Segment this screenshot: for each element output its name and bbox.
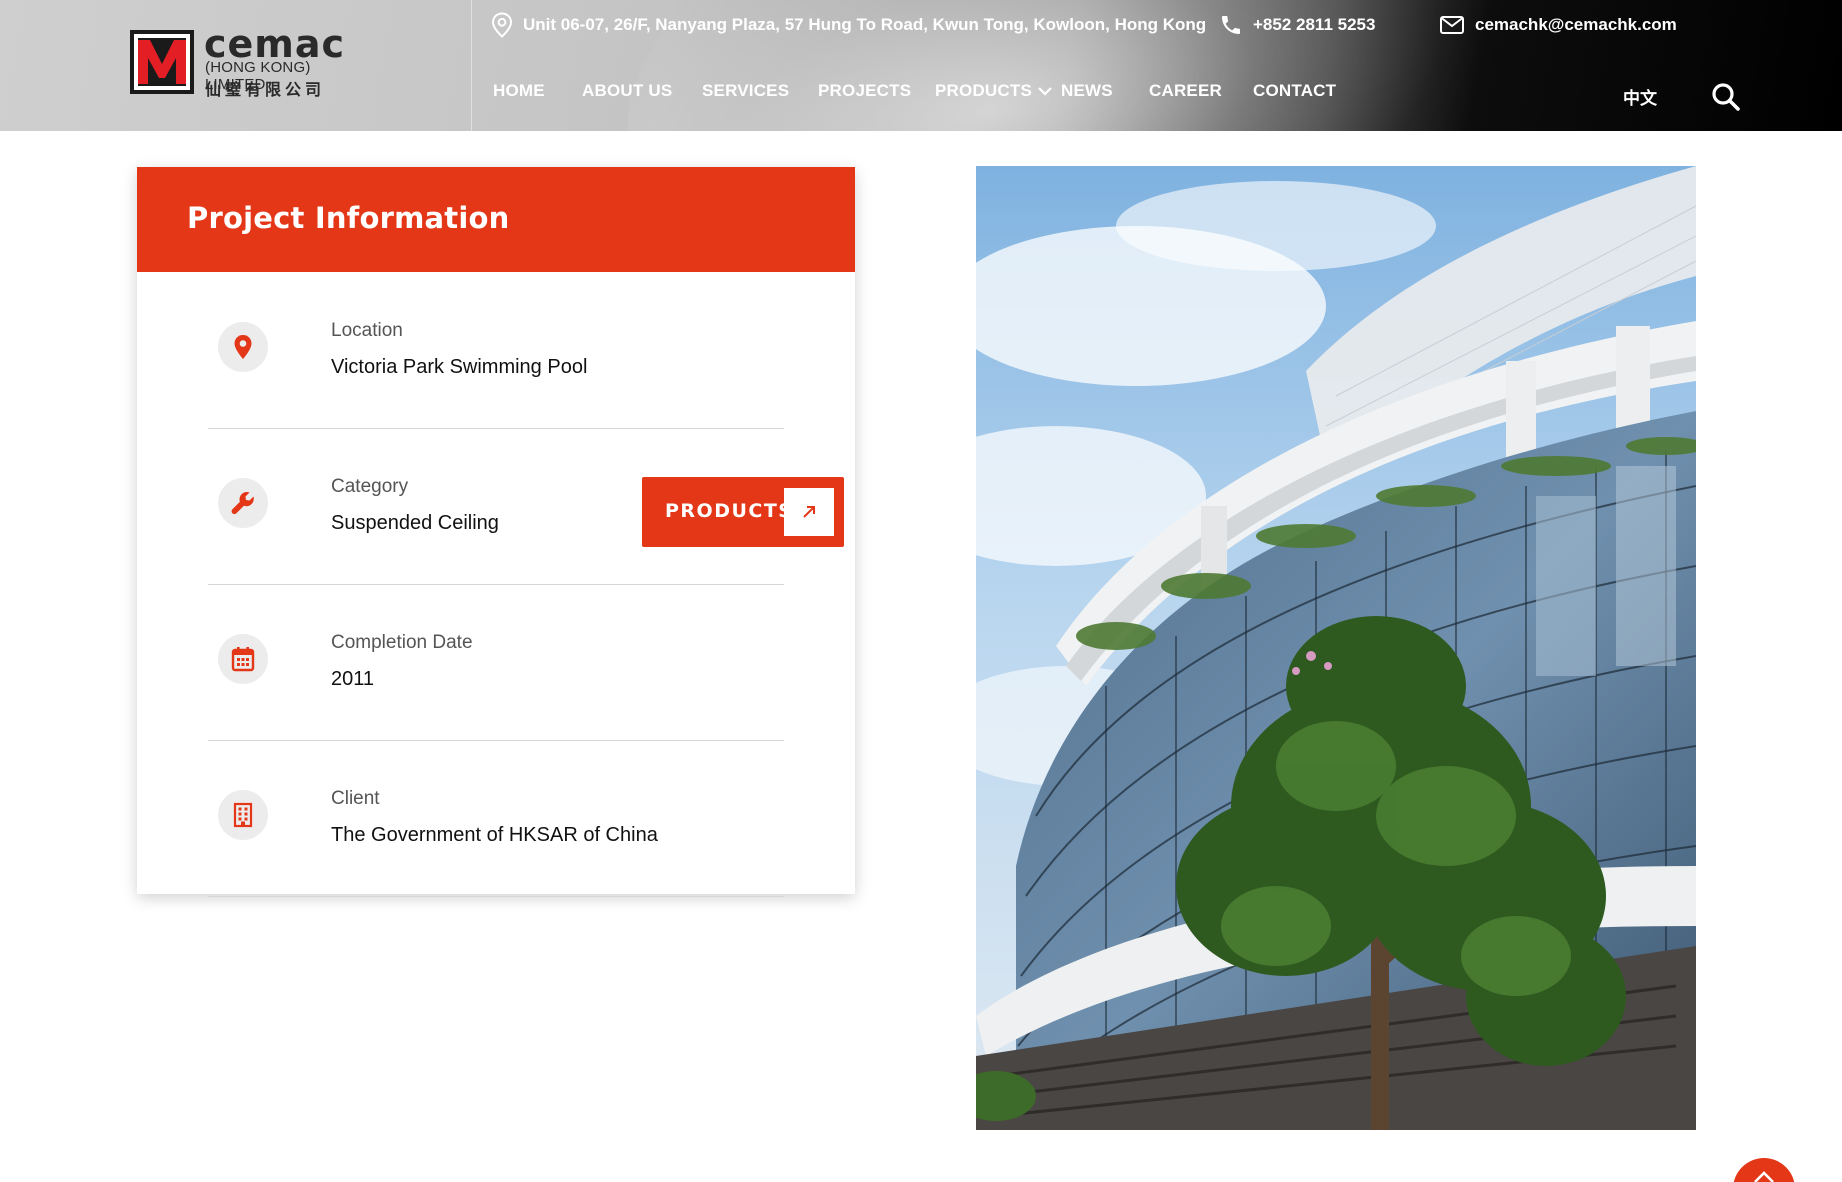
category-value: Suspended Ceiling (331, 512, 499, 534)
search-icon (1712, 83, 1740, 111)
client-label: Client (331, 788, 380, 809)
nav-products[interactable]: PRODUCTS (935, 78, 1053, 104)
nav-career[interactable]: CAREER (1149, 78, 1222, 104)
project-photo (976, 166, 1696, 1130)
client-value: The Government of HKSAR of China (331, 824, 658, 846)
info-row-location: Location Victoria Park Swimming Pool (208, 273, 784, 429)
contact-email[interactable]: cemachk@cemachk.com (1439, 12, 1677, 38)
arrow-up-right-icon (803, 506, 815, 518)
info-row-completion-date: Completion Date 2011 (208, 585, 784, 741)
calendar-icon (231, 647, 255, 672)
products-button[interactable]: PRODUCTS (642, 477, 844, 547)
language-toggle[interactable]: 中文 (1623, 84, 1657, 109)
map-pin-icon (234, 335, 252, 359)
completion-date-label: Completion Date (331, 632, 473, 653)
category-icon-circle (218, 478, 268, 528)
contact-address-text: Unit 06-07, 26/F, Nanyang Plaza, 57 Hung… (523, 15, 1207, 34)
project-info-header: Project Information (137, 167, 855, 272)
building-icon (233, 802, 253, 828)
site-logo[interactable]: cemac (HONG KONG) LIMITED 仙璧有限公司 (130, 22, 370, 99)
site-header: cemac (HONG KONG) LIMITED 仙璧有限公司 Unit 06… (0, 0, 1842, 131)
calendar-icon-circle (218, 634, 268, 684)
header-divider (471, 0, 472, 131)
info-row-category: Category Suspended Ceiling PRODUCTS (208, 429, 844, 585)
wrench-icon (231, 492, 254, 515)
info-row-client: Client The Government of HKSAR of China (208, 741, 784, 897)
chevron-down-icon (1038, 87, 1052, 96)
search-button[interactable] (1710, 81, 1742, 113)
nav-projects[interactable]: PROJECTS (818, 78, 911, 104)
nav-contact[interactable]: CONTACT (1253, 78, 1336, 104)
completion-date-value: 2011 (331, 668, 375, 690)
category-label: Category (331, 476, 409, 497)
products-arrow-box (784, 488, 834, 536)
logo-chinese-name: 仙璧有限公司 (205, 82, 326, 99)
nav-about-us[interactable]: ABOUT US (582, 78, 672, 104)
nav-services[interactable]: SERVICES (702, 78, 789, 104)
project-info-card: Project Information Location Victoria Pa… (137, 167, 855, 897)
cemac-logo-mark-icon (130, 30, 194, 94)
location-label: Location (331, 320, 403, 341)
location-value: Victoria Park Swimming Pool (331, 356, 588, 378)
contact-phone-text: +852 2811 5253 (1253, 15, 1376, 34)
project-info-title: Project Information (187, 201, 510, 235)
contact-email-text: cemachk@cemachk.com (1475, 15, 1677, 34)
envelope-icon (1440, 16, 1464, 34)
location-icon-circle (218, 322, 268, 372)
chevron-up-icon (1754, 1171, 1774, 1182)
phone-icon (1222, 16, 1240, 34)
contact-address: Unit 06-07, 26/F, Nanyang Plaza, 57 Hung… (491, 12, 1206, 38)
back-to-top-button[interactable] (1733, 1158, 1795, 1182)
nav-home[interactable]: HOME (493, 78, 545, 104)
nav-products-label: PRODUCTS (935, 81, 1032, 100)
client-icon-circle (218, 790, 268, 840)
products-button-label: PRODUCTS (665, 500, 794, 522)
project-photo-illustration (976, 166, 1696, 1130)
map-pin-outline-icon (491, 12, 513, 38)
contact-phone[interactable]: +852 2811 5253 (1219, 12, 1375, 38)
nav-news[interactable]: NEWS (1061, 78, 1113, 104)
